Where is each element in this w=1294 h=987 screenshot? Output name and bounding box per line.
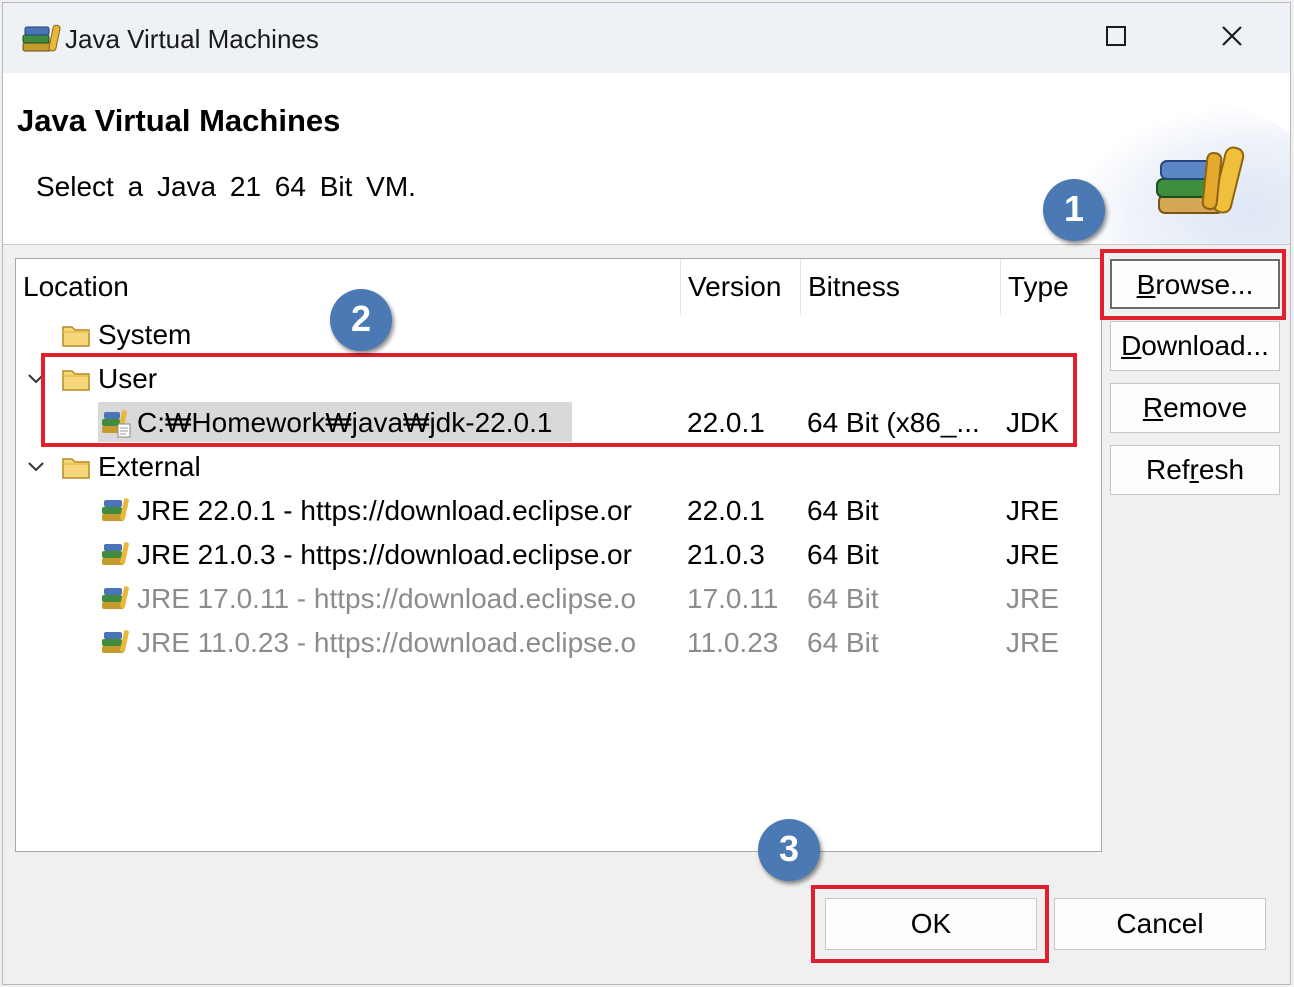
row-version: 22.0.1 (687, 495, 765, 526)
browse-button[interactable]: Browse... (1110, 259, 1280, 309)
ok-button[interactable]: OK (825, 898, 1037, 950)
row-location: JRE 21.0.3 - https://download.eclipse.or (137, 539, 632, 570)
page-title: Java Virtual Machines (17, 103, 341, 138)
row-bitness: 64 Bit (807, 583, 879, 614)
chevron-down-icon[interactable] (24, 445, 48, 489)
jvm-table[interactable]: Location Version Bitness Type System Use… (15, 258, 1102, 852)
row-version: 17.0.11 (687, 583, 779, 614)
chevron-down-icon[interactable] (24, 357, 48, 401)
refresh-button[interactable]: Refresh (1110, 445, 1280, 495)
row-version: 11.0.23 (687, 627, 779, 658)
row-location: C:₩Homework₩java₩jdk-22.0.1 (137, 407, 553, 438)
java-vm-icon (100, 496, 134, 533)
row-version: 22.0.1 (687, 407, 765, 438)
table-row[interactable]: JRE 21.0.3 - https://download.eclipse.or… (16, 533, 1101, 577)
table-row[interactable]: JRE 22.0.1 - https://download.eclipse.or… (16, 489, 1101, 533)
step-badge-1: 1 (1043, 179, 1105, 241)
close-icon (1220, 24, 1244, 52)
group-label: User (98, 363, 158, 394)
table-row[interactable]: JRE 17.0.11 - https://download.eclipse.o… (16, 577, 1101, 621)
row-version: 21.0.3 (687, 539, 765, 570)
row-location: JRE 11.0.23 - https://download.eclipse.o (137, 627, 637, 658)
row-bitness: 64 Bit (807, 539, 879, 570)
column-header-bitness[interactable]: Bitness (800, 259, 1000, 315)
tree-group-external[interactable]: External (16, 445, 1101, 489)
window-title: Java Virtual Machines (65, 24, 319, 54)
table-header: Location Version Bitness Type (16, 259, 1101, 315)
folder-icon (62, 366, 90, 398)
group-label: System (98, 319, 192, 350)
step-badge-3: 3 (758, 819, 820, 881)
dialog-window: Java Virtual Machines Java Virtual Machi… (2, 2, 1291, 985)
column-header-version[interactable]: Version (680, 259, 800, 315)
download-button[interactable]: Download... (1110, 321, 1280, 371)
java-vm-icon (100, 628, 134, 665)
column-header-type[interactable]: Type (1000, 259, 1101, 315)
remove-button[interactable]: Remove (1110, 383, 1280, 433)
cancel-button[interactable]: Cancel (1054, 898, 1266, 950)
row-bitness: 64 Bit (807, 495, 879, 526)
title-bar: Java Virtual Machines (3, 3, 1290, 73)
row-type: JRE (1006, 583, 1059, 614)
row-type: JRE (1006, 627, 1059, 658)
tree-group-user[interactable]: User (16, 357, 1101, 401)
java-vm-icon (100, 408, 134, 445)
row-location: JRE 17.0.11 - https://download.eclipse.o (137, 583, 637, 614)
row-bitness: 64 Bit (x86_... (807, 407, 980, 438)
tree-group-system[interactable]: System (16, 313, 1101, 357)
table-row[interactable]: JRE 11.0.23 - https://download.eclipse.o… (16, 621, 1101, 665)
row-type: JRE (1006, 495, 1059, 526)
page-description: Select a Java 21 64 Bit VM. (36, 171, 416, 202)
row-location: JRE 22.0.1 - https://download.eclipse.or (137, 495, 632, 526)
row-type: JDK (1006, 407, 1059, 438)
row-bitness: 64 Bit (807, 627, 879, 658)
group-label: External (98, 451, 201, 482)
maximize-button[interactable] (1058, 3, 1174, 73)
folder-icon (62, 322, 90, 354)
java-vm-icon (100, 584, 134, 621)
java-vm-icon (100, 540, 134, 577)
close-button[interactable] (1174, 3, 1290, 73)
java-books-banner-icon (1153, 143, 1253, 223)
java-books-icon (21, 23, 61, 57)
step-badge-2: 2 (330, 289, 392, 351)
maximize-icon (1105, 25, 1127, 51)
table-row-selected[interactable]: C:₩Homework₩java₩jdk-22.0.1 22.0.1 64 Bi… (16, 401, 1101, 445)
row-type: JRE (1006, 539, 1059, 570)
folder-icon (62, 454, 90, 486)
